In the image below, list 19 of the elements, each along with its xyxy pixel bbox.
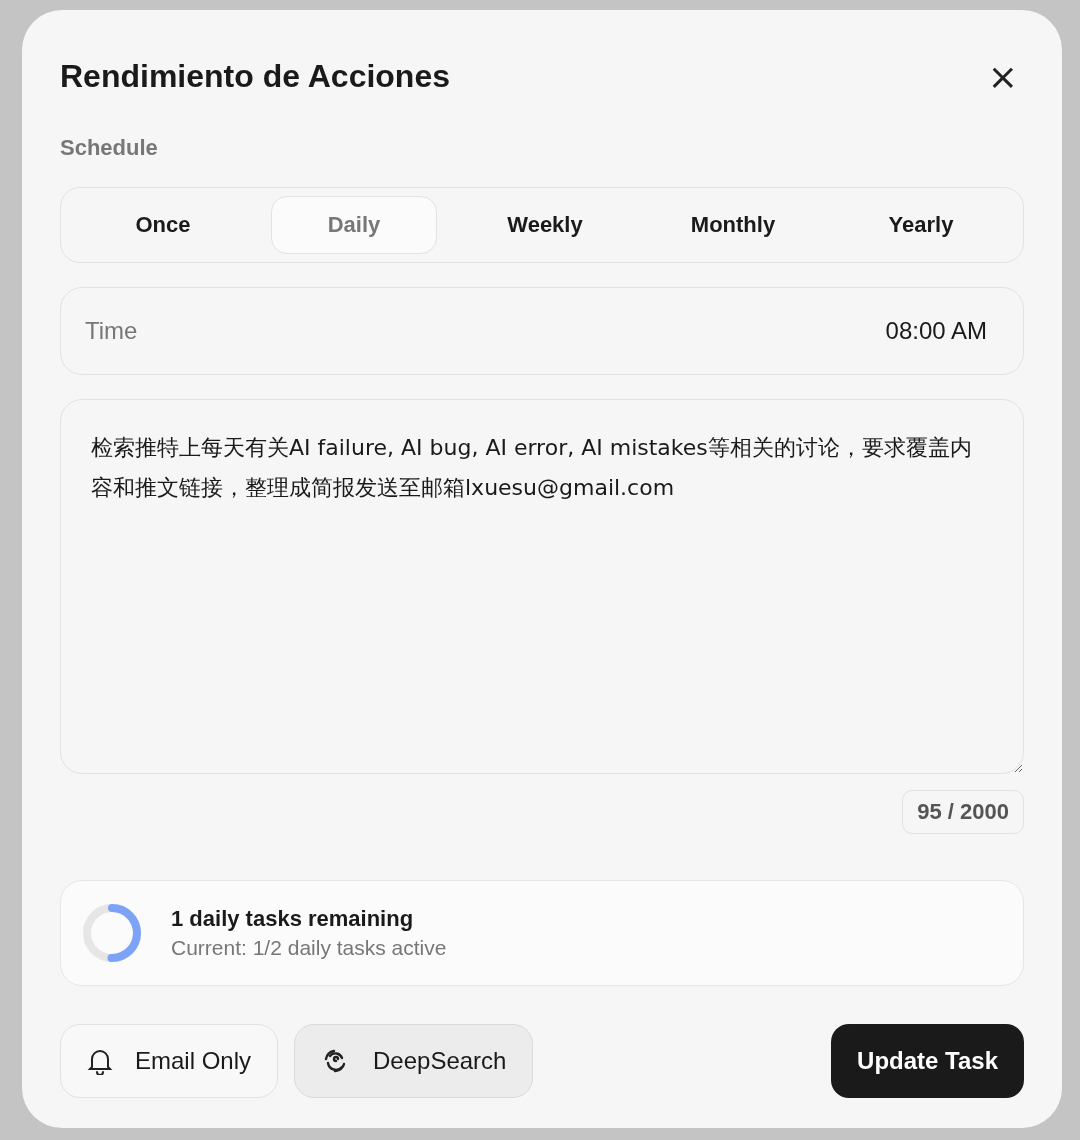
prompt-field[interactable]: 检索推特上每天有关AI failure, AI bug, AI error, AI mistakes等相关的讨论，要求覆盖内容和推文链接，整理成简报发送至邮箱lxuesu@gmail.com xyxy=(60,399,1024,774)
time-label: Time xyxy=(85,317,138,345)
schedule-tab[interactable]: Yearly xyxy=(827,196,1015,254)
schedule-tab[interactable]: Daily xyxy=(271,196,437,254)
progress-ring xyxy=(81,902,143,964)
time-field[interactable]: Time 08:00 AM xyxy=(60,287,1024,375)
quota-subtitle: Current: 1/2 daily tasks active xyxy=(171,936,447,960)
time-value: 08:00 AM xyxy=(885,317,987,345)
quota-title: 1 daily tasks remaining xyxy=(171,906,415,932)
schedule-tab[interactable]: Weekly xyxy=(451,196,639,254)
title-field[interactable]: Rendimiento de Acciones xyxy=(60,58,660,95)
toggle-button[interactable]: DeepSearch xyxy=(294,1024,534,1098)
schedule-tab[interactable]: Once xyxy=(69,196,257,254)
section-label: Schedule xyxy=(60,135,159,161)
bell-icon xyxy=(87,1047,113,1075)
update-button[interactable]: Update Task xyxy=(831,1024,1024,1098)
toggle-button[interactable]: Email Only xyxy=(60,1024,279,1098)
schedule-tab[interactable]: Monthly xyxy=(639,196,827,254)
character-counter: 95 / 2000 xyxy=(902,790,1024,834)
